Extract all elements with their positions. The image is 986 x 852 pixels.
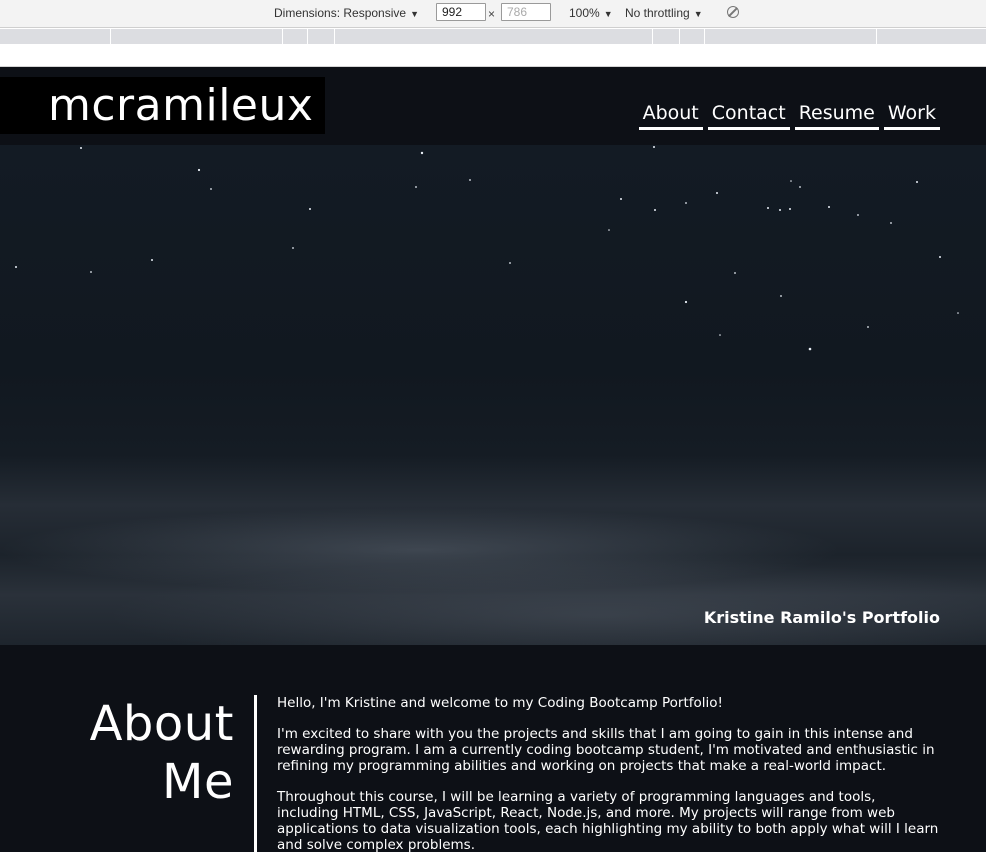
height-input[interactable] [501, 3, 551, 21]
chevron-down-icon: ▼ [410, 9, 419, 19]
main-nav: About Contact Resume Work [638, 101, 940, 130]
chevron-down-icon: ▼ [603, 9, 613, 19]
nav-link-about[interactable]: About [638, 101, 703, 130]
about-section: About Me Hello, I'm Kristine and welcome … [0, 645, 986, 852]
throttling-label: No throttling [625, 6, 690, 20]
ruler-tick [334, 29, 335, 44]
about-paragraph: Hello, I'm Kristine and welcome to my Co… [277, 695, 723, 711]
dimensions-dropdown[interactable]: Dimensions: Responsive ▼ [274, 6, 419, 20]
portfolio-page: mcramileux About Contact Resume Work Kri… [0, 67, 986, 852]
about-paragraph: Throughout this course, I will be learni… [277, 789, 939, 852]
about-heading-line2: Me [162, 754, 234, 810]
chevron-down-icon: ▼ [693, 9, 703, 19]
rotate-icon[interactable] [727, 6, 739, 18]
about-heading-line1: About [89, 696, 234, 752]
throttling-dropdown[interactable]: No throttling ▼ [625, 6, 703, 20]
ruler-tick [876, 29, 877, 44]
zoom-dropdown[interactable]: 100% ▼ [569, 6, 613, 20]
times-symbol: × [488, 7, 496, 21]
ruler-tick [679, 29, 680, 44]
about-text: Hello, I'm Kristine and welcome to my Co… [277, 695, 941, 852]
media-query-ruler[interactable] [0, 29, 986, 44]
nav-link-work[interactable]: Work [883, 101, 940, 130]
night-sky-stars [15, 146, 959, 351]
dimensions-label: Dimensions: Responsive [274, 6, 407, 20]
devtools-toolbar: Dimensions: Responsive▼ × 100%▼ No throt… [0, 0, 986, 28]
nav-link-contact[interactable]: Contact [707, 101, 790, 130]
width-input[interactable] [436, 3, 486, 21]
vertical-divider [254, 695, 257, 852]
devtools-spacer [0, 44, 986, 67]
ruler-tick [652, 29, 653, 44]
about-heading: About Me [90, 695, 234, 811]
ruler-tick [110, 29, 111, 44]
logo-box: mcramileux [0, 77, 325, 134]
about-paragraph: I'm excited to share with you the projec… [277, 726, 935, 774]
hero-caption: Kristine Ramilo's Portfolio [703, 608, 940, 627]
zoom-label: 100% [569, 6, 600, 20]
ruler-tick [307, 29, 308, 44]
ruler-tick [282, 29, 283, 44]
ruler-tick [704, 29, 705, 44]
site-logo[interactable]: mcramileux [48, 79, 313, 133]
hero-banner: Kristine Ramilo's Portfolio [0, 145, 986, 645]
nav-link-resume[interactable]: Resume [794, 101, 879, 130]
